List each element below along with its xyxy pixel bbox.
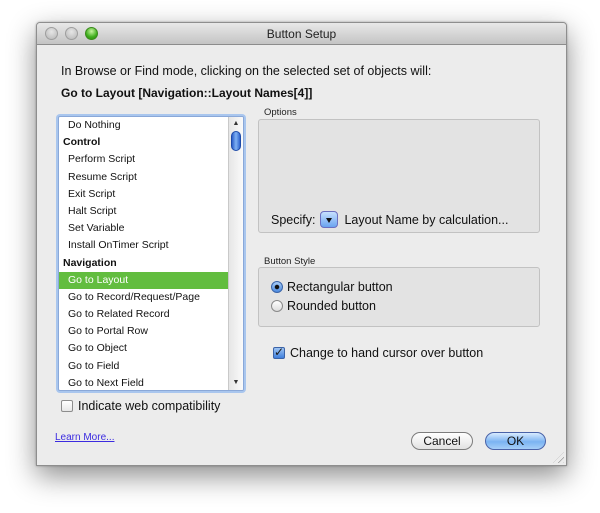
script-step-items: Do Nothing Control Perform Script Resume Sc… (59, 117, 228, 390)
radio-rectangular[interactable] (271, 281, 283, 293)
hand-cursor-checkbox-row[interactable]: Change to hand cursor over button (273, 345, 484, 360)
specify-dropdown-button[interactable] (320, 211, 339, 228)
cancel-button[interactable]: Cancel (411, 432, 473, 450)
button-style-group (258, 267, 540, 327)
list-item[interactable]: Go to Record/Request/Page (59, 289, 228, 306)
script-step-list[interactable]: Do Nothing Control Perform Script Resume Sc… (58, 116, 244, 391)
web-compat-checkbox-row[interactable]: Indicate web compatibility (61, 399, 220, 413)
list-item[interactable]: Install OnTimer Script (59, 237, 228, 254)
hand-cursor-checkbox[interactable] (273, 345, 285, 359)
list-item[interactable]: Go to Layout (59, 271, 228, 289)
intro-text: In Browse or Find mode, clicking on the … (61, 64, 432, 78)
radio-rounded-button[interactable]: Rounded button (271, 299, 376, 313)
window-title: Button Setup (266, 27, 337, 41)
hand-cursor-label: Change to hand cursor over button (290, 346, 484, 360)
scroll-thumb[interactable] (231, 131, 241, 151)
web-compat-checkbox[interactable] (61, 400, 73, 412)
radio-rectangular-label: Rectangular button (287, 280, 393, 294)
specify-value: Layout Name by calculation... (344, 212, 509, 227)
list-item[interactable]: Exit Script (59, 186, 228, 203)
list-item[interactable]: Perform Script (59, 151, 228, 168)
list-item[interactable]: Go to Portal Row (59, 323, 228, 340)
radio-rounded-label: Rounded button (287, 299, 376, 313)
list-item[interactable]: Halt Script (59, 203, 228, 220)
radio-rectangular-button[interactable]: Rectangular button (271, 280, 393, 294)
list-item[interactable]: Resume Script (59, 169, 228, 186)
ok-button[interactable]: OK (485, 432, 546, 450)
resize-grip-icon[interactable] (553, 452, 564, 463)
scroll-down-arrow-icon[interactable]: ▼ (229, 377, 243, 389)
button-style-group-label: Button Style (264, 256, 316, 267)
list-item[interactable]: Go to Field (59, 358, 228, 375)
list-item[interactable]: Set Variable (59, 220, 228, 237)
current-step-text: Go to Layout [Navigation::Layout Names[4… (61, 86, 313, 100)
scroll-up-arrow-icon[interactable]: ▲ (229, 118, 243, 130)
web-compat-label: Indicate web compatibility (78, 399, 221, 413)
list-item[interactable]: Go to Object (59, 340, 228, 357)
options-group-label: Options (264, 107, 297, 118)
specify-label: Specify: (271, 212, 316, 227)
list-item[interactable]: Go to Next Field (59, 375, 228, 390)
radio-rounded[interactable] (271, 300, 283, 312)
learn-more-link[interactable]: Learn More... (55, 432, 114, 443)
title-bar: Button Setup (37, 23, 566, 45)
specify-row: Specify: Layout Name by calculation... (271, 211, 508, 228)
list-category-header: Control (63, 136, 101, 149)
list-category-header: Navigation (63, 256, 117, 269)
list-item[interactable]: Do Nothing (59, 117, 228, 134)
list-item[interactable]: Go to Related Record (59, 306, 228, 323)
button-setup-dialog: Button Setup In Browse or Find mode, cli… (36, 22, 567, 466)
list-scrollbar[interactable]: ▲ ▼ (228, 117, 243, 390)
